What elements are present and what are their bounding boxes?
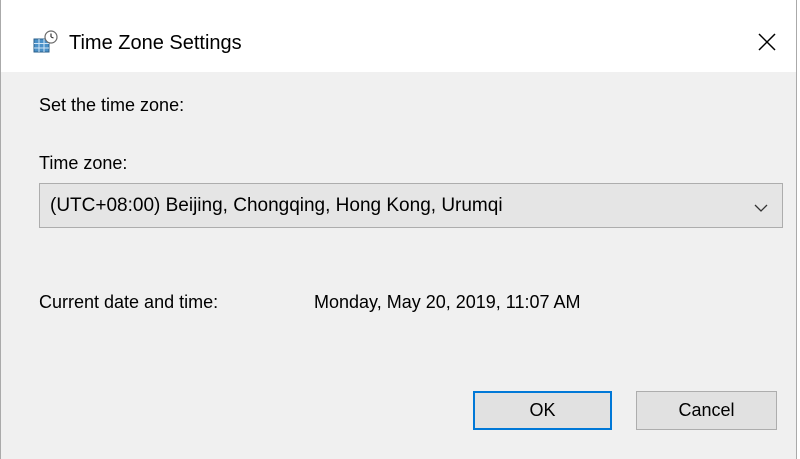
time-zone-selected-value: (UTC+08:00) Beijing, Chongqing, Hong Kon… (50, 195, 503, 216)
current-date-time-label: Current date and time: (39, 292, 219, 312)
cancel-button[interactable]: Cancel (636, 391, 777, 430)
current-date-time-value: Monday, May 20, 2019, 11:07 AM (314, 292, 581, 312)
window-title: Time Zone Settings (69, 32, 242, 54)
time-zone-settings-dialog: Time Zone Settings Set the time zone: Ti… (0, 0, 797, 459)
chevron-down-icon (754, 200, 768, 212)
title-bar: Time Zone Settings (1, 0, 796, 72)
set-time-zone-label: Set the time zone: (39, 95, 185, 115)
clock-globe-icon (33, 30, 59, 54)
time-zone-label: Time zone: (39, 153, 128, 173)
close-icon (758, 33, 776, 51)
ok-button[interactable]: OK (473, 391, 612, 430)
time-zone-select[interactable]: (UTC+08:00) Beijing, Chongqing, Hong Kon… (39, 183, 783, 228)
close-button[interactable] (738, 20, 796, 64)
